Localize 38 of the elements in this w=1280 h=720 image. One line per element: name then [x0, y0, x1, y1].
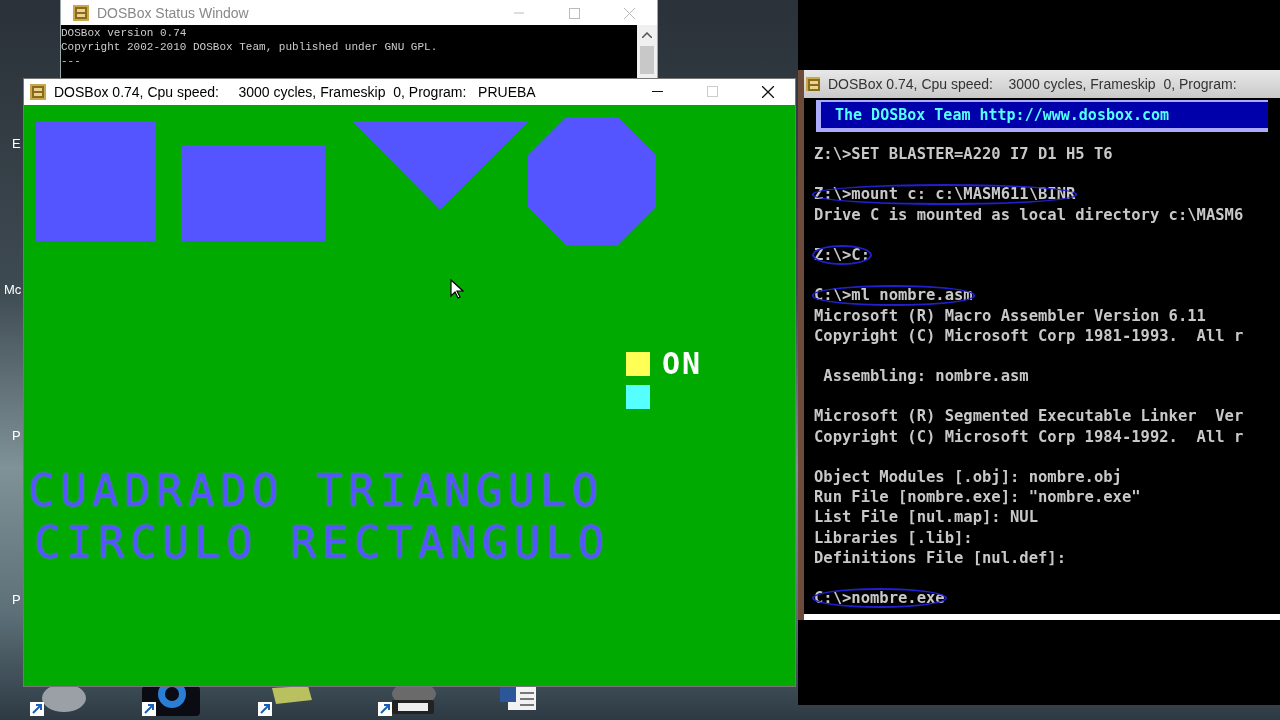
desktop-icon-label: P	[12, 591, 21, 609]
console-line: C:\>nombre.exe	[812, 588, 947, 609]
dosbox-logo-icon	[30, 84, 46, 100]
status-label: ON	[662, 349, 703, 379]
console-line: List File [nul.map]: NUL	[814, 507, 1038, 528]
console-line: Drive C is mounted as local directory c:\MASM6	[814, 204, 1244, 225]
desktop-icon-label: E	[12, 135, 21, 153]
console-line: Definitions File [nul.def]:	[814, 547, 1066, 568]
console-line: Microsoft (R) Macro Assembler Version 6.11	[814, 305, 1206, 326]
window-title: DOSBox 0.74, Cpu speed: 3000 cycles, Frameskip 0, Program: PRUEBA	[54, 82, 536, 102]
dosbox-logo-icon	[806, 77, 820, 91]
console-line: Copyright (C) Microsoft Corp 1981-1993. All r	[814, 325, 1244, 346]
console-line: Run File [nombre.exe]: "nombre.exe"	[814, 487, 1141, 508]
scrollbar-thumb[interactable]	[640, 46, 654, 74]
console-line: Z:\>mount c: c:\MASM611\BINR	[812, 184, 1078, 205]
console-line: Libraries [.lib]:	[814, 527, 973, 548]
console-line: DOSBox version 0.74	[61, 26, 188, 40]
console-line: Z:\>C:	[812, 244, 872, 266]
console-line: Assembling: nombre.asm	[822, 366, 1029, 387]
console-line: Copyright 2002-2010 DOSBox Team, published under GNU GPL.	[61, 40, 439, 54]
console-line: Copyright (C) Microsoft Corp 1984-1992. All r	[814, 426, 1244, 447]
console-line: C:\>ml nombre.asm	[812, 285, 975, 306]
desktop-icon-label: P	[12, 427, 21, 445]
banner-text: The DOSBox Team http://www.dosbox.com	[835, 104, 1170, 126]
shape-names-text: CUADRADO TRIANGULO	[28, 469, 604, 513]
close-icon[interactable]	[761, 86, 774, 98]
console-line: Z:\>SET BLASTER=A220 I7 D1 H5 T6	[814, 144, 1113, 165]
shortcut-icon[interactable]	[142, 686, 202, 716]
console-line: Microsoft (R) Segmented Executable Linker Ver	[814, 406, 1244, 427]
desktop-icon-label: Mc	[4, 281, 22, 299]
mouse-cursor-icon	[450, 279, 464, 299]
console-line: ---	[61, 54, 82, 68]
console-line: Object Modules [.obj]: nombre.obj	[814, 467, 1122, 488]
window-title: DOSBox Status Window	[97, 3, 249, 23]
shape-names-text: CIRCULO RECTANGULO	[34, 521, 610, 565]
dosbox-logo-icon	[73, 5, 89, 21]
window-title: DOSBox 0.74, Cpu speed: 3000 cycles, Frameskip 0, Program:	[828, 74, 1237, 94]
scroll-up-icon[interactable]	[642, 32, 652, 38]
